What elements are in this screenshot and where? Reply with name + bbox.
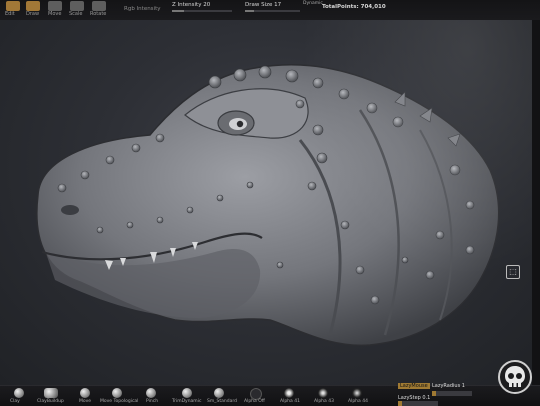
rgb-intensity-label: Rgb Intensity [124,6,161,12]
draw-size-label: Draw Size 17 [245,2,282,8]
z-intensity-label: Z Intensity 20 [172,2,211,8]
tool-label-move: Move [48,11,62,17]
alpha-43-label: Alpha 43 [314,399,334,404]
brush-claybuildup-icon[interactable] [44,388,58,398]
alpha-41-label: Alpha 41 [280,399,300,404]
tool-label-scale: Scale [69,11,83,17]
brush-clay-icon[interactable] [14,388,24,398]
tool-label-edit: Edit [5,11,15,17]
alpha-44-icon[interactable] [352,388,362,398]
top-toolbar: Edit Draw Move Scale Rotate Rgb Intensit… [0,0,540,21]
skull-logo-icon [498,360,532,394]
brush-move-topological-label: Move Topological [100,399,139,404]
alpha-44-label: Alpha 44 [348,399,368,404]
lazystep-slider[interactable] [398,401,438,406]
rotate-icon[interactable] [92,1,106,11]
alpha-41-icon[interactable] [284,388,294,398]
tool-label-draw: Draw [26,11,40,17]
brush-pinch-label: Pinch [146,399,159,404]
lazyradius-fill [432,391,436,396]
scale-icon[interactable] [70,1,84,11]
draw-icon[interactable] [26,1,40,11]
brush-trimdynamic-icon[interactable] [182,388,192,398]
draw-size-slider[interactable] [245,10,300,12]
lazystep-fill [398,401,402,406]
move-icon[interactable] [48,1,62,11]
3d-viewport[interactable] [0,20,540,385]
brush-shelf: Clay ClayBuildup Move Move Topological P… [0,383,540,406]
sculpt-model [36,64,500,347]
edit-icon[interactable] [6,1,20,11]
alpha-43-icon[interactable] [318,388,328,398]
brush-move-label: Move [79,399,92,404]
brush-move-icon[interactable] [80,388,90,398]
brush-clay-label: Clay [10,399,20,404]
total-points-readout: TotalPoints: 704,010 [322,4,386,10]
dynamic-button[interactable]: Dynamic [303,1,323,6]
brush-sm-standard-icon[interactable] [214,388,224,398]
brush-pinch-icon[interactable] [146,388,156,398]
z-intensity-fill [172,10,184,12]
lazyradius-slider[interactable] [432,391,472,396]
z-intensity-slider[interactable] [172,10,232,12]
brush-sm-standard-label: Sm_Standard [207,399,237,404]
brush-move-topological-icon[interactable] [112,388,122,398]
tool-label-rotate: Rotate [90,11,107,17]
lazymouse-toggle[interactable]: LazyMouse [398,383,430,389]
brush-claybuildup-label: ClayBuildup [37,399,64,404]
draw-size-fill [245,10,255,12]
frame-icon[interactable]: ⬚ [506,265,520,279]
brush-trimdynamic-label: TrimDynamic [172,399,202,404]
alpha-off-label: Alpha Off [244,399,265,404]
lazyradius-label: LazyRadius 1 [432,383,465,389]
monitor-bezel [532,20,540,385]
